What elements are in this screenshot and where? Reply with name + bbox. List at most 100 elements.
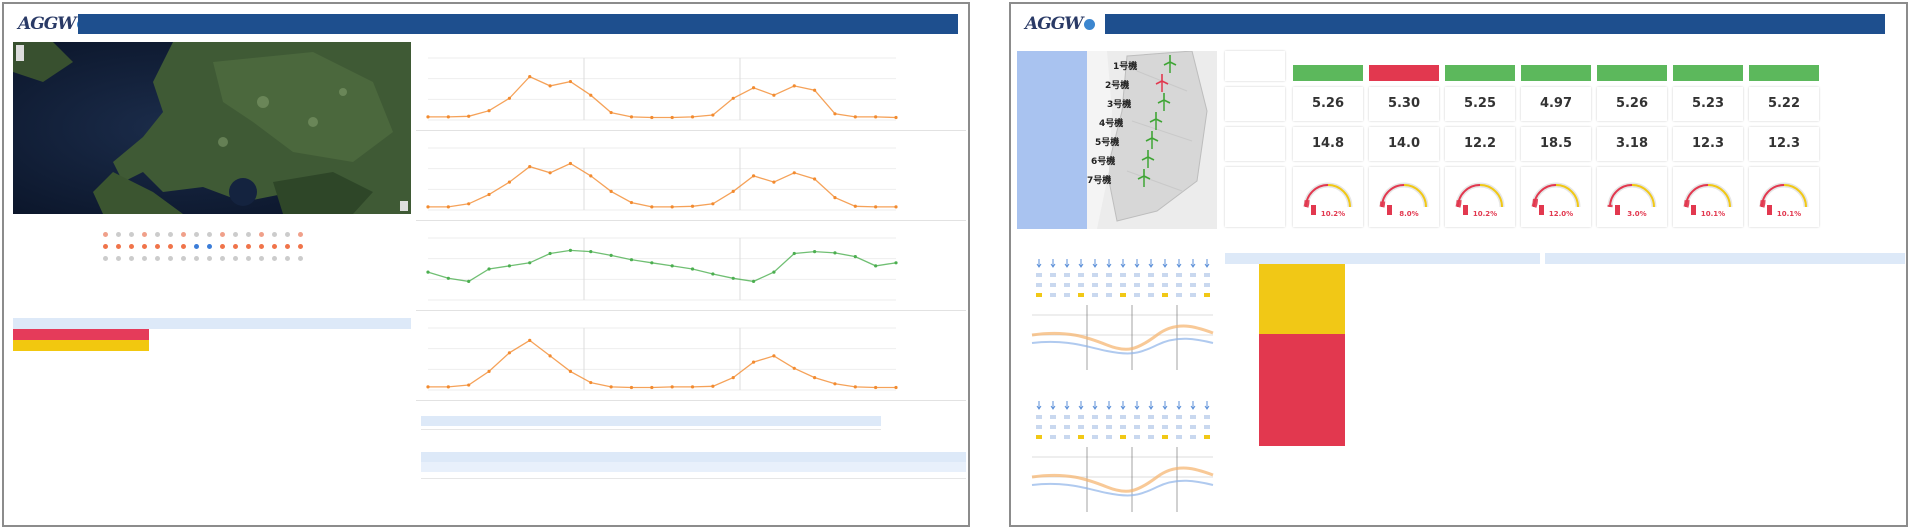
alarm-row[interactable] (1225, 264, 1540, 278)
status-dot[interactable] (298, 244, 303, 249)
status-dot[interactable] (168, 256, 173, 261)
forecast-cell (1204, 283, 1210, 287)
status-dot[interactable] (259, 256, 264, 261)
status-dot[interactable] (246, 232, 251, 237)
status-dot[interactable] (259, 244, 264, 249)
unit-status-bar[interactable] (1597, 65, 1667, 81)
time-series-chart[interactable] (416, 312, 966, 401)
unit-status-bar[interactable] (1369, 65, 1439, 81)
alarm-row[interactable] (1225, 390, 1540, 404)
alarm-row[interactable] (1225, 334, 1540, 348)
status-dot[interactable] (207, 232, 212, 237)
wind-turbine-icon[interactable] (1149, 112, 1163, 130)
status-dot[interactable] (298, 232, 303, 237)
status-dot[interactable] (103, 232, 108, 237)
wind-turbine-icon[interactable] (1137, 169, 1151, 187)
unit-status-bar[interactable] (1749, 65, 1819, 81)
status-dot[interactable] (194, 256, 199, 261)
status-dot[interactable] (155, 232, 160, 237)
status-dot[interactable] (233, 232, 238, 237)
alarm-row[interactable] (1225, 376, 1540, 390)
status-dot[interactable] (220, 244, 225, 249)
status-dot[interactable] (181, 232, 186, 237)
wind-turbine-icon[interactable] (1157, 93, 1171, 111)
status-dot[interactable] (181, 244, 186, 249)
forecast-chart-1[interactable] (1017, 255, 1215, 375)
alarm-row[interactable] (1225, 432, 1540, 446)
alarm-row[interactable] (1225, 418, 1540, 432)
status-dot[interactable] (285, 256, 290, 261)
wind-direction-arrow-icon (1078, 259, 1084, 268)
status-dot[interactable] (233, 244, 238, 249)
status-dot[interactable] (285, 232, 290, 237)
time-series-chart[interactable] (416, 132, 966, 221)
wind-farm-map[interactable]: 1号機 2号機 3号機 4号機 5号機 6号機 7号機 (1017, 51, 1217, 229)
status-dot[interactable] (298, 256, 303, 261)
alarm-row[interactable] (1225, 306, 1540, 320)
status-dot[interactable] (129, 256, 134, 261)
status-dot[interactable] (142, 244, 147, 249)
unit-status-bar[interactable] (1293, 65, 1363, 81)
status-dot[interactable] (142, 232, 147, 237)
satellite-map[interactable] (13, 42, 411, 214)
status-dot[interactable] (194, 232, 199, 237)
map-fullscreen-button[interactable] (400, 201, 408, 211)
forecast-cell (1050, 283, 1056, 287)
status-dot[interactable] (168, 244, 173, 249)
status-dot[interactable] (116, 256, 121, 261)
status-dot[interactable] (272, 232, 277, 237)
status-dot[interactable] (220, 232, 225, 237)
history-row[interactable] (1545, 320, 1905, 334)
logo-drop-icon (1084, 18, 1096, 30)
history-row[interactable] (1545, 292, 1905, 306)
status-dot[interactable] (142, 256, 147, 261)
status-dot[interactable] (246, 256, 251, 261)
alarm-row[interactable] (1225, 320, 1540, 334)
status-dot[interactable] (116, 244, 121, 249)
status-dot[interactable] (155, 256, 160, 261)
history-row[interactable] (1545, 334, 1905, 348)
status-dot[interactable] (220, 256, 225, 261)
history-row[interactable] (1545, 264, 1905, 278)
status-dot[interactable] (233, 256, 238, 261)
time-series-chart[interactable] (416, 222, 966, 311)
history-row[interactable] (1545, 306, 1905, 320)
status-dot[interactable] (103, 256, 108, 261)
status-dot[interactable] (207, 244, 212, 249)
alarm-row[interactable] (1225, 362, 1540, 376)
status-dot[interactable] (129, 232, 134, 237)
alarm-row[interactable] (1225, 348, 1540, 362)
alarm-row[interactable] (1225, 404, 1540, 418)
forecast-chart-2[interactable] (1017, 397, 1215, 517)
alarm-row[interactable] (1225, 292, 1540, 306)
wind-turbine-icon[interactable] (1155, 74, 1169, 92)
status-dot[interactable] (246, 244, 251, 249)
history-row[interactable] (1545, 278, 1905, 292)
unit-status-bar[interactable] (1673, 65, 1743, 81)
wind-turbine-icon[interactable] (1145, 131, 1159, 149)
wind-turbine-icon[interactable] (1141, 150, 1155, 168)
status-dot[interactable] (272, 244, 277, 249)
wind-turbine-icon[interactable] (1163, 55, 1177, 73)
status-dot[interactable] (168, 232, 173, 237)
status-dot[interactable] (116, 232, 121, 237)
status-dot[interactable] (207, 256, 212, 261)
status-dot[interactable] (285, 244, 290, 249)
status-dot[interactable] (194, 244, 199, 249)
chart-plot (426, 327, 898, 391)
alert-row[interactable] (13, 340, 411, 351)
status-dot[interactable] (155, 244, 160, 249)
map-zoom-control[interactable] (16, 45, 24, 61)
status-dot[interactable] (129, 244, 134, 249)
status-dot[interactable] (259, 232, 264, 237)
alarm-row[interactable] (1225, 278, 1540, 292)
history-unit (1545, 320, 1581, 334)
status-dot[interactable] (103, 244, 108, 249)
unit-status-bar[interactable] (1521, 65, 1591, 81)
forecast-cell (1078, 283, 1084, 287)
alert-row[interactable] (13, 329, 411, 340)
status-dot[interactable] (181, 256, 186, 261)
unit-status-bar[interactable] (1445, 65, 1515, 81)
time-series-chart[interactable] (416, 42, 966, 131)
status-dot[interactable] (272, 256, 277, 261)
